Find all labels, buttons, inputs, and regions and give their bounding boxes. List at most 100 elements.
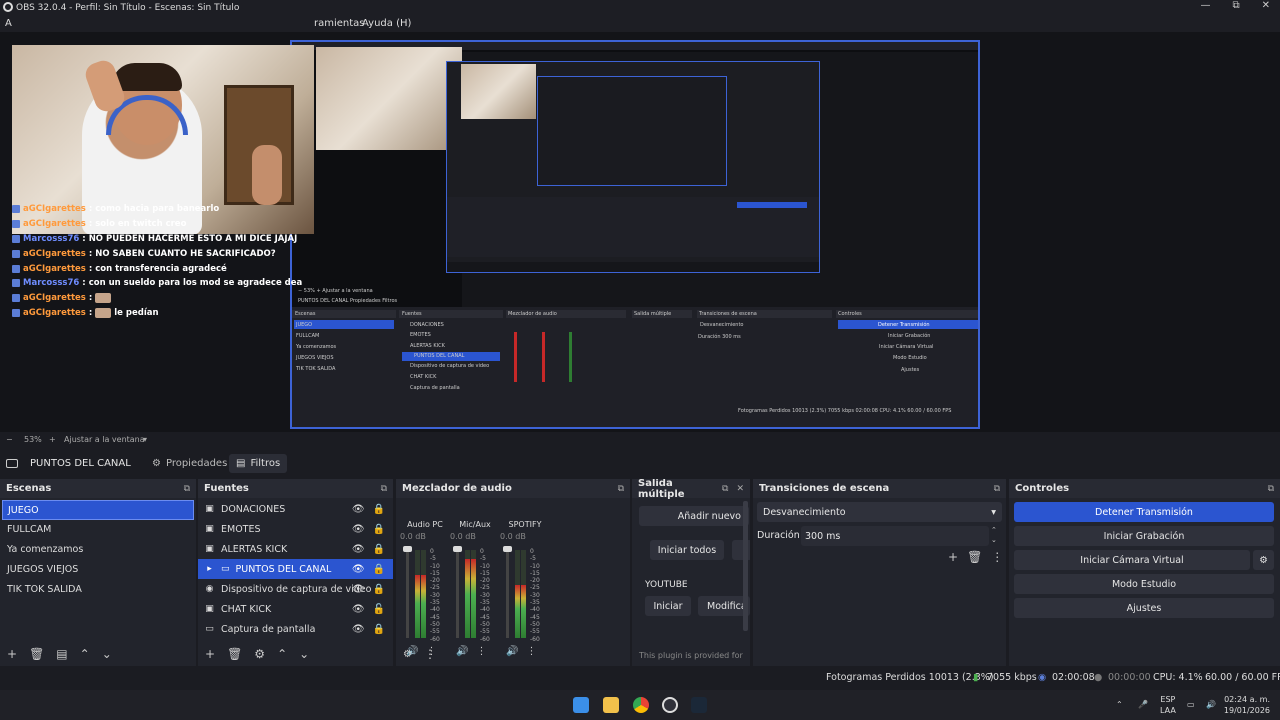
trash-icon[interactable]: 🗑: [29, 647, 44, 661]
channel-name: Mic/Aux: [459, 520, 491, 529]
scene-item-fullcam[interactable]: FULLCAM: [2, 520, 194, 540]
chrome-icon[interactable]: [633, 697, 649, 713]
preview-canvas[interactable]: − 53% + Ajustar a la ventana PUNTOS DEL …: [0, 32, 1280, 432]
close-window-button[interactable]: ✕: [1262, 0, 1270, 11]
maximize-button[interactable]: ⧉: [1232, 0, 1239, 11]
controls-dock: Controles ⧉ Detener Transmisión Iniciar G…: [1009, 479, 1280, 666]
zoom-in-button[interactable]: +: [49, 435, 56, 444]
volume-icon[interactable]: 🔊: [1206, 699, 1216, 710]
source-item[interactable]: ▣ ALERTAS KICK 👁 🔒: [198, 539, 393, 559]
menu-item-file[interactable]: A: [5, 18, 12, 29]
tray-expand-icon[interactable]: ⌃: [1116, 699, 1123, 710]
add-transition-icon[interactable]: +: [948, 550, 958, 564]
duration-input[interactable]: 300 ms: [801, 526, 989, 546]
lock-icon[interactable]: 🔒: [373, 584, 385, 595]
close-icon[interactable]: ✕: [736, 484, 744, 494]
eye-icon[interactable]: 👁: [352, 504, 365, 515]
move-down-icon[interactable]: ⌄: [299, 647, 309, 661]
zoom-out-button[interactable]: −: [6, 435, 13, 444]
move-up-icon[interactable]: ⌃: [277, 647, 287, 661]
move-up-icon[interactable]: ⌃: [80, 647, 90, 661]
source-item[interactable]: ▣ EMOTES 👁 🔒: [198, 519, 393, 539]
start-all-button[interactable]: Iniciar todos: [650, 540, 724, 560]
network-icon[interactable]: ▭: [1187, 699, 1195, 710]
obs-taskbar-icon[interactable]: [662, 697, 678, 713]
undock-icon[interactable]: ⧉: [994, 484, 1000, 494]
record-time: 00:00:00: [1108, 672, 1151, 683]
more-options-icon[interactable]: ⋮: [991, 550, 1003, 564]
trash-icon[interactable]: 🗑: [967, 550, 982, 564]
file-explorer-icon[interactable]: [603, 697, 619, 713]
steam-icon[interactable]: [691, 697, 707, 713]
scene-item-juego[interactable]: JUEGO: [2, 500, 194, 520]
lock-icon[interactable]: 🔓: [373, 604, 385, 615]
multi-output-title: Salida múltiple: [638, 479, 685, 500]
lock-icon[interactable]: 🔒: [373, 624, 385, 635]
gear-icon[interactable]: ⚙: [254, 647, 265, 661]
duration-stepper[interactable]: ⌃ ⌄: [991, 525, 997, 545]
source-item[interactable]: ▣ CHAT KICK 👁 🔓: [198, 599, 393, 619]
minimize-button[interactable]: —: [1200, 0, 1210, 11]
lock-icon[interactable]: 🔒: [373, 564, 385, 575]
undock-icon[interactable]: ⧉: [1268, 484, 1274, 494]
properties-button[interactable]: ⚙ Propiedades: [145, 454, 234, 473]
eye-icon[interactable]: 👁: [352, 624, 365, 635]
volume-fader[interactable]: [403, 546, 412, 638]
trash-icon[interactable]: 🗑: [227, 647, 242, 661]
channel-name: Audio PC: [407, 520, 443, 529]
menu-item-tools[interactable]: ramientas: [314, 18, 365, 29]
start-youtube-button[interactable]: Iniciar: [645, 596, 691, 616]
transition-select[interactable]: Desvanecimiento ▾: [757, 502, 1002, 522]
volume-fader[interactable]: [453, 546, 462, 638]
windows-start-icon[interactable]: [573, 697, 589, 713]
undock-icon[interactable]: ⧉: [381, 484, 387, 494]
mixer-settings-icon[interactable]: ⚙: [403, 649, 412, 660]
fader-knob[interactable]: [503, 546, 512, 552]
more-options-icon[interactable]: ⋮: [424, 647, 436, 661]
eye-icon[interactable]: 👁: [352, 564, 365, 575]
virtual-camera-button[interactable]: Iniciar Cámara Virtual: [1014, 550, 1250, 570]
expand-icon[interactable]: ▸: [204, 564, 215, 574]
eye-icon[interactable]: 👁: [352, 524, 365, 535]
virtual-camera-settings-icon[interactable]: ⚙: [1253, 550, 1274, 570]
source-item[interactable]: ◉ Dispositivo de captura de video 👁 🔒: [198, 579, 393, 599]
fader-knob[interactable]: [453, 546, 462, 552]
scene-item-juegos-viejos[interactable]: JUEGOS VIEJOS: [2, 560, 194, 580]
language-indicator[interactable]: ESP LAA: [1160, 694, 1176, 716]
undock-icon[interactable]: ⧉: [618, 484, 624, 494]
add-new-button[interactable]: Añadir nuevo: [639, 506, 749, 526]
source-item-selected[interactable]: ▸ ▭ PUNTOS DEL CANAL 👁 🔒: [198, 559, 393, 579]
clock[interactable]: 02:24 a. m. 19/01/2026: [1222, 694, 1270, 716]
move-down-icon[interactable]: ⌄: [102, 647, 112, 661]
menu-item-help[interactable]: Ayuda (H): [362, 18, 411, 29]
add-source-icon[interactable]: +: [205, 647, 215, 661]
db-scale: 0 -5 -10 -15 -20 -25 -30 -35 -40 -45 -50 -55 -60: [530, 548, 540, 643]
mic-icon[interactable]: 🎤: [1138, 699, 1148, 710]
bitrate: 7055 kbps: [987, 672, 1037, 683]
zoom-dropdown-icon[interactable]: ▾: [143, 435, 147, 444]
lock-icon[interactable]: 🔒: [373, 504, 385, 515]
start-recording-button[interactable]: Iniciar Grabación: [1014, 526, 1274, 546]
lock-icon[interactable]: 🔒: [373, 524, 385, 535]
fader-knob[interactable]: [403, 546, 412, 552]
scrollbar[interactable]: [743, 501, 748, 631]
scene-filters-icon[interactable]: ▤: [56, 647, 67, 661]
volume-fader[interactable]: [503, 546, 512, 638]
settings-button[interactable]: Ajustes: [1014, 598, 1274, 618]
undock-icon[interactable]: ⧉: [722, 484, 728, 494]
eye-icon[interactable]: 👁: [352, 584, 365, 595]
eye-icon[interactable]: 👁: [352, 544, 365, 555]
undock-icon[interactable]: ⧉: [184, 484, 190, 494]
studio-mode-button[interactable]: Modo Estudio: [1014, 574, 1274, 594]
scene-item-ya-comenzamos[interactable]: Ya comenzamos: [2, 540, 194, 560]
lock-icon[interactable]: 🔒: [373, 544, 385, 555]
filters-button[interactable]: ▤ Filtros: [229, 453, 288, 473]
add-scene-icon[interactable]: +: [7, 647, 17, 661]
eye-icon[interactable]: 👁: [352, 604, 365, 615]
source-item[interactable]: ▭ Captura de pantalla 👁 🔒: [198, 619, 393, 639]
scene-item-tik-tok-salida[interactable]: TIK TOK SALIDA: [2, 580, 194, 600]
controls-title: Controles: [1015, 483, 1070, 494]
source-item[interactable]: ▣ DONACIONES 👁 🔒: [198, 499, 393, 519]
source-type-icon: ▣: [205, 524, 214, 534]
stop-stream-button[interactable]: Detener Transmisión: [1014, 502, 1274, 522]
